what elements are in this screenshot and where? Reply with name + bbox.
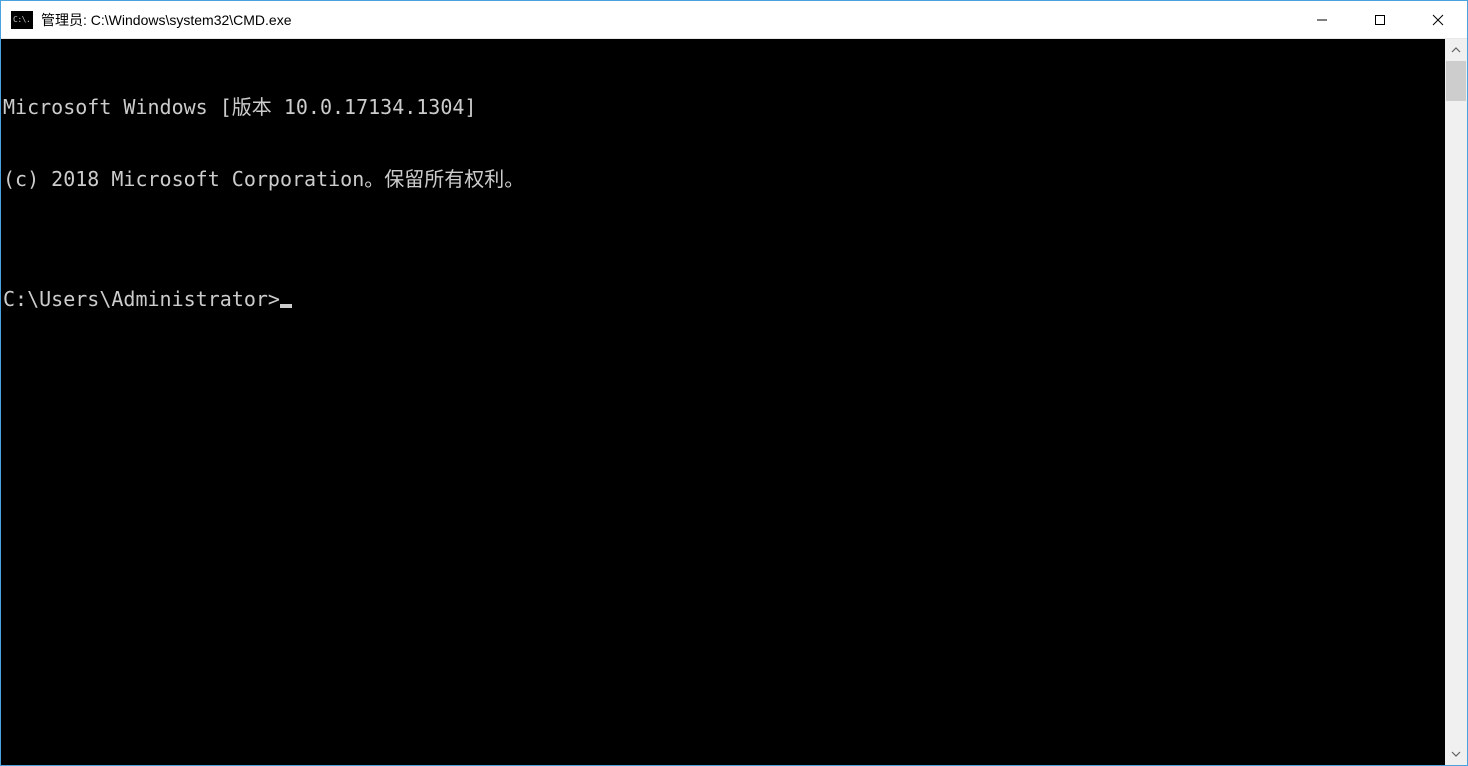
titlebar[interactable]: C:\. 管理员: C:\Windows\system32\CMD.exe <box>1 1 1467 39</box>
cmd-window: C:\. 管理员: C:\Windows\system32\CMD.exe Mi… <box>0 0 1468 766</box>
terminal-line-version: Microsoft Windows [版本 10.0.17134.1304] <box>3 95 1445 119</box>
terminal-prompt-line: C:\Users\Administrator> <box>3 287 1445 311</box>
maximize-button[interactable] <box>1351 1 1409 38</box>
close-button[interactable] <box>1409 1 1467 38</box>
cmd-icon-text: C:\. <box>11 15 30 24</box>
scrollbar-track[interactable] <box>1445 61 1467 743</box>
terminal-container: Microsoft Windows [版本 10.0.17134.1304] (… <box>1 39 1467 765</box>
chevron-down-icon <box>1451 749 1461 759</box>
scrollbar-thumb[interactable] <box>1446 61 1466 101</box>
maximize-icon <box>1374 14 1386 26</box>
window-controls <box>1293 1 1467 38</box>
window-title: 管理员: C:\Windows\system32\CMD.exe <box>41 10 1293 30</box>
terminal-output[interactable]: Microsoft Windows [版本 10.0.17134.1304] (… <box>1 39 1445 765</box>
chevron-up-icon <box>1451 45 1461 55</box>
terminal-line-copyright: (c) 2018 Microsoft Corporation。保留所有权利。 <box>3 167 1445 191</box>
minimize-button[interactable] <box>1293 1 1351 38</box>
minimize-icon <box>1316 14 1328 26</box>
cmd-icon: C:\. <box>11 11 33 29</box>
close-icon <box>1432 14 1444 26</box>
terminal-prompt: C:\Users\Administrator> <box>3 287 280 311</box>
terminal-cursor <box>280 304 292 308</box>
vertical-scrollbar[interactable] <box>1445 39 1467 765</box>
scrollbar-up-button[interactable] <box>1445 39 1467 61</box>
scrollbar-down-button[interactable] <box>1445 743 1467 765</box>
